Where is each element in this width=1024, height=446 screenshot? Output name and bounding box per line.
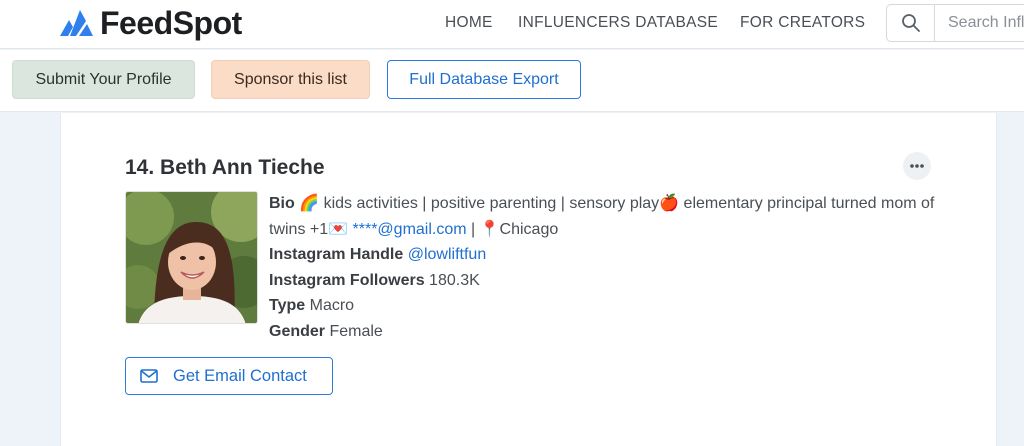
envelope-icon — [140, 369, 158, 383]
feedspot-logo-icon — [60, 10, 93, 36]
bio-email-link[interactable]: ****@gmail.com — [353, 221, 467, 238]
database-export-button[interactable]: Full Database Export — [387, 60, 581, 99]
handle-label: Instagram Handle — [269, 246, 404, 263]
search-box — [886, 4, 1024, 42]
type-label: Type — [269, 297, 306, 314]
nav-home[interactable]: HOME — [445, 14, 493, 32]
action-bar: Submit Your Profile Sponsor this list Fu… — [0, 50, 1024, 112]
bio-row: Bio 🌈 kids activities | positive parenti… — [269, 191, 939, 242]
gender-value: Female — [329, 322, 383, 340]
followers-label: Instagram Followers — [269, 271, 425, 289]
bio-label: Bio — [269, 195, 295, 212]
followers-row: Instagram Followers 180.3K — [269, 268, 939, 294]
influencer-card: 14. Beth Ann Tieche Bio 🌈 kids activitie… — [60, 113, 997, 446]
type-row: Type Macro — [269, 293, 939, 319]
get-email-contact-label: Get Email Contact — [173, 366, 307, 385]
submit-profile-button[interactable]: Submit Your Profile — [12, 60, 195, 99]
instagram-handle-link[interactable]: @lowliftfun — [408, 246, 487, 263]
sponsor-list-button[interactable]: Sponsor this list — [211, 60, 370, 99]
search-input[interactable] — [936, 5, 1024, 41]
brand-name: FeedSpot — [100, 4, 242, 41]
handle-row: Instagram Handle @lowliftfun — [269, 242, 939, 268]
influencer-name: 14. Beth Ann Tieche — [125, 156, 325, 179]
bio-location: | 📍Chicago — [466, 220, 559, 238]
type-value: Macro — [309, 297, 355, 314]
influencer-details: Bio 🌈 kids activities | positive parenti… — [269, 191, 939, 344]
gender-row: Gender Female — [269, 319, 939, 345]
ellipsis-icon — [910, 164, 924, 168]
gender-label: Gender — [269, 322, 326, 340]
more-options-button[interactable] — [903, 152, 931, 180]
get-email-contact-button[interactable]: Get Email Contact — [125, 357, 333, 395]
search-button[interactable] — [887, 5, 935, 41]
avatar-illustration — [126, 192, 257, 323]
profile-photo — [125, 191, 258, 324]
nav-influencers-database[interactable]: INFLUENCERS DATABASE — [518, 14, 718, 32]
search-icon — [901, 14, 920, 32]
feedspot-logo[interactable]: FeedSpot — [60, 5, 242, 41]
followers-count: 180.3K — [429, 271, 480, 289]
top-navigation-bar: FeedSpot HOME INFLUENCERS DATABASE FOR C… — [0, 0, 1024, 49]
nav-for-creators[interactable]: FOR CREATORS — [740, 14, 865, 32]
